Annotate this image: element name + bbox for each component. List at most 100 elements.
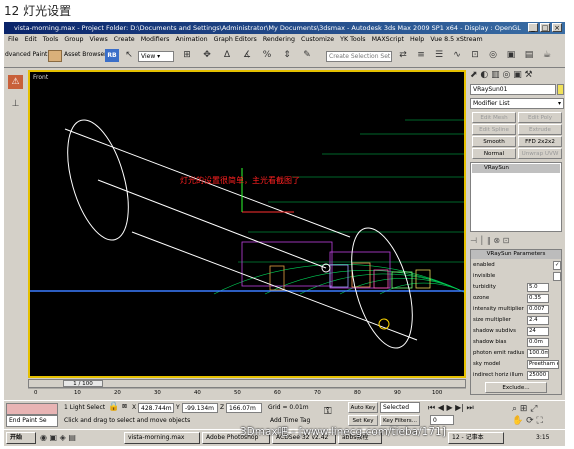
spinner-snap-icon[interactable]: ⇕ [280, 49, 294, 62]
curve-editor-icon[interactable]: ∿ [450, 49, 464, 62]
quick-render-icon[interactable]: ☕ [540, 49, 554, 62]
select-object-icon[interactable]: ↖ [122, 49, 136, 62]
param-label: size multiplier [473, 317, 511, 323]
task-vista-morning[interactable]: vista-morning.max [124, 432, 200, 444]
object-color-swatch[interactable] [557, 84, 564, 95]
front-viewport[interactable]: Front 灯光的设置很简单，主光看截图了 [28, 70, 466, 378]
param-shadow-bias: shadow bias 0.0m [473, 337, 561, 348]
end-paint-field[interactable]: End Paint Se [6, 415, 58, 427]
percent-snap-icon[interactable]: % [260, 49, 274, 62]
material-editor-icon[interactable]: ◎ [486, 49, 500, 62]
edit-mesh-button[interactable]: Edit Mesh [472, 112, 516, 123]
photon-radius-spinner[interactable]: 100.0m [527, 349, 549, 358]
time-slider[interactable]: 1 / 100 [28, 379, 466, 388]
modifier-stack[interactable]: VRaySun [470, 162, 562, 232]
rollout-title[interactable]: VRaySun Parameters [471, 250, 561, 259]
key-icon[interactable]: ⚿ [324, 406, 332, 417]
exclude-button[interactable]: Exclude... [485, 382, 547, 393]
normal-button[interactable]: Normal [472, 148, 516, 159]
smooth-button[interactable]: Smooth [472, 136, 516, 147]
viewport-annotation: 灯光的设置很简单，主光看截图了 [180, 175, 300, 185]
ffd-button[interactable]: FFD 2x2x2 [518, 136, 562, 147]
turbidity-spinner[interactable]: 5.0 [527, 283, 549, 292]
size-spinner[interactable]: 2.4 [527, 316, 549, 325]
menu-create[interactable]: Create [114, 36, 135, 43]
menu-edit[interactable]: Edit [25, 36, 37, 43]
align-icon[interactable]: ≡ [414, 49, 428, 62]
minimize-button[interactable]: _ [528, 23, 538, 32]
menu-views[interactable]: Views [90, 36, 108, 43]
transform-mode-icon[interactable]: ⊠ [122, 403, 127, 410]
selection-set-field[interactable]: Create Selection Set [326, 51, 392, 62]
maximize-button[interactable]: □ [540, 23, 550, 32]
snap-toggle-icon[interactable]: ∆ [220, 49, 234, 62]
stack-tools[interactable]: ⊣ │ ∥ ⊗ ⊡ [470, 235, 562, 247]
schematic-view-icon[interactable]: ⊡ [468, 49, 482, 62]
task-notepad[interactable]: 12 - 记事本 [448, 432, 504, 444]
angle-snap-icon[interactable]: ∡ [240, 49, 254, 62]
pivot-icon[interactable]: ⊞ [180, 49, 194, 62]
menu-file[interactable]: File [8, 36, 19, 43]
mirror-icon[interactable]: ⇄ [396, 49, 410, 62]
stack-item-vraysun[interactable]: VRaySun [472, 164, 560, 173]
enabled-checkbox[interactable]: ✓ [553, 261, 561, 270]
rb-button[interactable]: RB [105, 49, 119, 62]
z-coordinate-field[interactable]: 166.07m [226, 403, 262, 413]
edit-spline-button[interactable]: Edit Spline [472, 124, 516, 135]
quick-launch-icons[interactable]: ◉ ▣ ◈ ▤ [40, 432, 120, 444]
indirect-horiz-spinner[interactable]: 25000 [527, 371, 549, 380]
clock: 3:15 [536, 434, 550, 441]
menu-graph-editors[interactable]: Graph Editors [214, 36, 257, 43]
render-setup-icon[interactable]: ▣ [504, 49, 518, 62]
playback-controls[interactable]: ⏮ ◀ ▶ ▶| ⏭ [428, 402, 504, 414]
intensity-spinner[interactable]: 0.007 [527, 305, 549, 314]
lock-selection-icon[interactable]: 🔒 [108, 402, 119, 412]
menu-help[interactable]: Help [410, 36, 424, 43]
shadow-bias-spinner[interactable]: 0.0m [527, 338, 549, 347]
y-coordinate-field[interactable]: -99.134m [182, 403, 218, 413]
close-button[interactable]: × [552, 23, 562, 32]
viewport-navigation[interactable]: ⌕ ⊞ ⤢ ✋ ⟳ ⛶ [512, 403, 564, 427]
key-mode-select[interactable]: Selected [380, 402, 420, 413]
track-bar[interactable]: 0 10 20 30 40 50 60 70 80 90 100 [28, 388, 466, 397]
reactor-icon[interactable]: ⚠ [8, 75, 23, 89]
param-invisible: invisible [473, 271, 561, 282]
reactor-tools-icon[interactable]: ⊥ [8, 97, 23, 111]
menu-tools[interactable]: Tools [43, 36, 59, 43]
maxscript-listener-top[interactable] [6, 403, 58, 415]
ozone-spinner[interactable]: 0.35 [527, 294, 549, 303]
invisible-checkbox[interactable] [553, 272, 561, 281]
menu-yk-tools[interactable]: YK Tools [340, 36, 366, 43]
modifier-list-select[interactable]: Modifier List ▾ [470, 98, 564, 109]
select-manipulate-icon[interactable]: ✥ [200, 49, 214, 62]
menu-modifiers[interactable]: Modifiers [141, 36, 170, 43]
x-coordinate-field[interactable]: 428.744m [138, 403, 174, 413]
selection-set-placeholder: Create Selection Set [329, 53, 391, 60]
render-frame-icon[interactable]: ▤ [522, 49, 536, 62]
asset-browser-button[interactable]: Asset Browser [64, 51, 107, 58]
named-selection-icon[interactable]: ✎ [300, 49, 314, 62]
time-slider-thumb[interactable]: 1 / 100 [63, 380, 103, 387]
start-button[interactable]: 开始 [6, 432, 36, 444]
panel-tabs[interactable]: ⬈ ◐ ▥ ◎ ▣ ⚒ [470, 69, 562, 82]
title-bar: vista-morning.max - Project Folder: D:\D… [4, 22, 565, 34]
layer-manager-icon[interactable]: ☰ [432, 49, 446, 62]
advanced-paint-button[interactable]: dvanced Paint [5, 51, 47, 58]
menu-vue-xstream[interactable]: Vue 8.5 xStream [430, 36, 482, 43]
add-time-tag-button[interactable]: Add Time Tag [270, 417, 310, 424]
auto-key-button[interactable]: Auto Key [348, 402, 378, 413]
menu-maxscript[interactable]: MAXScript [372, 36, 404, 43]
menu-rendering[interactable]: Rendering [263, 36, 295, 43]
object-name-field[interactable]: VRaySun01 [470, 84, 556, 95]
asset-browser-icon[interactable] [48, 50, 62, 62]
shadow-subdivs-spinner[interactable]: 24 [527, 327, 549, 336]
reference-coord-select[interactable]: View ▾ [138, 51, 174, 62]
edit-poly-button[interactable]: Edit Poly [518, 112, 562, 123]
menu-customize[interactable]: Customize [301, 36, 334, 43]
menu-animation[interactable]: Animation [175, 36, 207, 43]
param-indirect-horiz: indirect horiz illum 25000 [473, 370, 561, 381]
unwrap-uvw-button[interactable]: Unwrap UVW [518, 148, 562, 159]
sky-model-select[interactable]: Preetham et [527, 360, 559, 369]
menu-group[interactable]: Group [64, 36, 83, 43]
extrude-button[interactable]: Extrude [518, 124, 562, 135]
